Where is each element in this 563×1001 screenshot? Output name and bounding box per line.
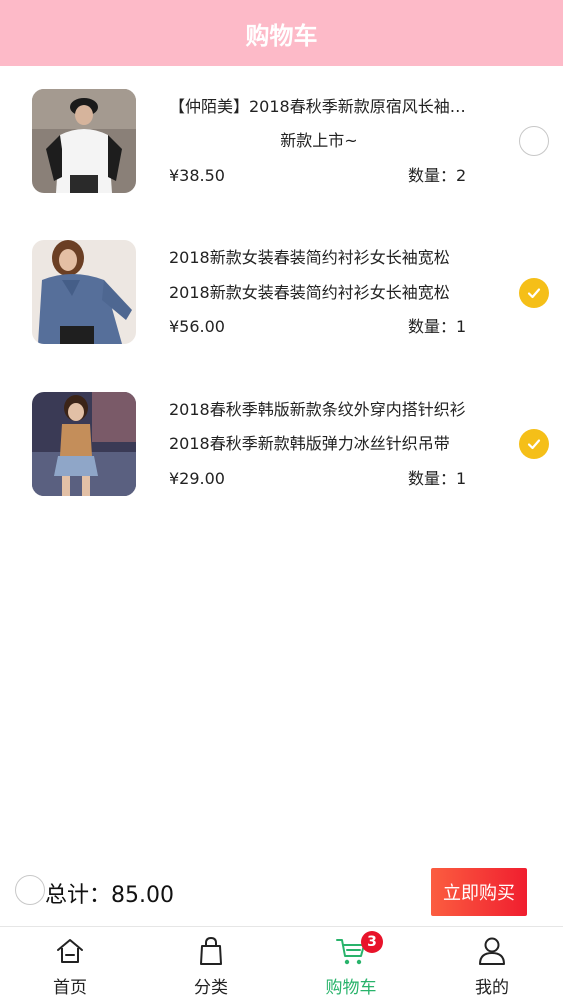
tab-profile[interactable]: 我的 xyxy=(422,927,562,1001)
tab-label: 首页 xyxy=(53,978,87,998)
checkmark-icon xyxy=(527,439,541,450)
page-header: 购物车 xyxy=(0,0,563,66)
product-subtitle: 2018新款女装春装简约衬衫女长袖宽松 xyxy=(169,283,450,302)
cart-item[interactable]: 2018新款女装春装简约衬衫女长袖宽松 2018新款女装春装简约衬衫女长袖宽松 … xyxy=(0,240,563,360)
product-image xyxy=(32,89,136,193)
cart-count-badge: 3 xyxy=(361,931,383,953)
item-checkbox[interactable] xyxy=(519,126,549,156)
home-icon xyxy=(57,939,83,963)
product-quantity: 数量：1 xyxy=(408,317,467,336)
tab-category[interactable]: 分类 xyxy=(141,927,281,1001)
product-thumbnail[interactable] xyxy=(32,392,136,496)
cart-total: 总计：85.00 xyxy=(45,883,174,908)
page-title: 购物车 xyxy=(245,21,318,50)
product-price: ¥29.00 xyxy=(169,469,225,488)
tab-label: 分类 xyxy=(194,978,228,998)
tab-cart[interactable]: 3 购物车 xyxy=(281,927,421,1001)
product-price: ¥38.50 xyxy=(169,166,225,185)
user-icon xyxy=(479,937,505,965)
product-thumbnail[interactable] xyxy=(32,89,136,193)
product-image xyxy=(32,392,136,496)
product-title: 【仲陌美】2018春秋季新款原宿风长袖T恤 xyxy=(169,97,469,116)
tab-label: 购物车 xyxy=(325,978,377,998)
buy-now-button[interactable]: 立即购买 xyxy=(431,868,527,916)
bottom-tabbar: 首页 分类 3 购物车 我的 xyxy=(0,926,563,1001)
product-subtitle: 2018春秋季新款韩版弹力冰丝针织吊带 xyxy=(169,434,450,453)
checkmark-icon xyxy=(527,288,541,299)
product-title: 2018新款女装春装简约衬衫女长袖宽松 xyxy=(169,248,450,267)
product-price: ¥56.00 xyxy=(169,317,225,336)
item-checkbox[interactable] xyxy=(519,278,549,308)
product-thumbnail[interactable] xyxy=(32,240,136,344)
product-image xyxy=(32,240,136,344)
item-checkbox[interactable] xyxy=(519,429,549,459)
tab-label: 我的 xyxy=(475,978,509,998)
bag-icon xyxy=(200,936,222,965)
product-quantity: 数量：2 xyxy=(408,166,467,185)
tab-home[interactable]: 首页 xyxy=(0,927,140,1001)
product-subtitle: 新款上市~ xyxy=(280,131,358,150)
cart-item[interactable]: 2018春秋季韩版新款条纹外穿内搭针织衫 2018春秋季新款韩版弹力冰丝针织吊带… xyxy=(0,392,563,512)
product-quantity: 数量：1 xyxy=(408,469,467,488)
cart-item[interactable]: 【仲陌美】2018春秋季新款原宿风长袖T恤 新款上市~ ¥38.50 数量：2 xyxy=(0,89,563,209)
select-all-checkbox[interactable] xyxy=(15,875,45,905)
product-title: 2018春秋季韩版新款条纹外穿内搭针织衫 xyxy=(169,400,466,419)
